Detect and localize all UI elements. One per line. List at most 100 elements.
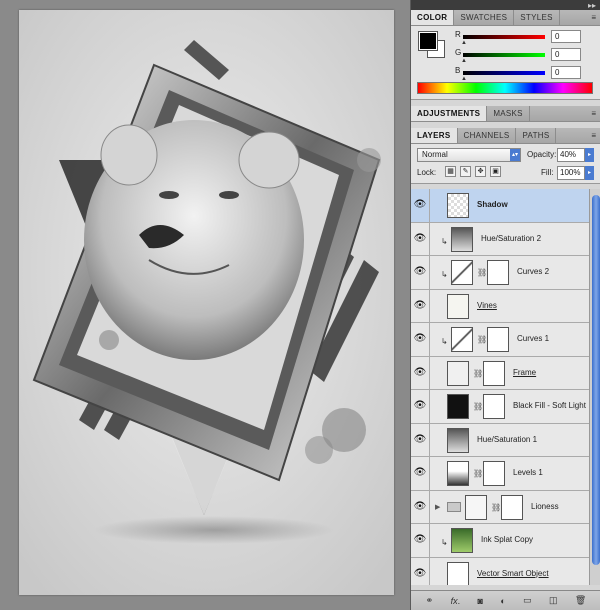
lock-position-icon[interactable]: ✥: [475, 166, 486, 177]
green-value-input[interactable]: 0: [551, 48, 581, 61]
layer-name[interactable]: Curves 2: [517, 267, 549, 276]
layer-row[interactable]: 👁 ⛓ Frame: [411, 356, 589, 390]
fill-dropdown-icon[interactable]: ▸: [585, 166, 594, 180]
layer-mask-thumbnail[interactable]: [501, 494, 523, 520]
layer-thumbnail[interactable]: [447, 293, 469, 319]
mask-link-icon[interactable]: ⛓: [473, 369, 483, 378]
layer-thumbnail[interactable]: [451, 226, 473, 252]
visibility-eye-icon[interactable]: 👁: [413, 434, 427, 446]
fx-icon[interactable]: fx.: [451, 596, 461, 606]
layer-row[interactable]: 👁 Vines: [411, 289, 589, 323]
layer-row[interactable]: 👁 Shadow: [411, 189, 589, 223]
lock-transparency-icon[interactable]: ▦: [445, 166, 456, 177]
layer-thumbnail[interactable]: [447, 193, 469, 218]
dock-collapse-strip[interactable]: ▸▸: [411, 0, 600, 10]
layer-row[interactable]: 👁 ↳ Hue/Saturation 2: [411, 222, 589, 256]
visibility-eye-icon[interactable]: 👁: [413, 400, 427, 412]
layer-name[interactable]: Hue/Saturation 2: [481, 234, 541, 243]
tab-styles[interactable]: STYLES: [514, 10, 560, 25]
layer-thumbnail[interactable]: [447, 461, 469, 486]
delete-layer-icon[interactable]: 🗑: [575, 595, 586, 606]
visibility-eye-icon[interactable]: 👁: [413, 367, 427, 379]
add-mask-icon[interactable]: ◙: [477, 596, 482, 606]
layer-name[interactable]: Curves 1: [517, 334, 549, 343]
layer-row[interactable]: 👁 ⛓ Levels 1: [411, 457, 589, 491]
tab-swatches[interactable]: SWATCHES: [454, 10, 515, 25]
visibility-eye-icon[interactable]: 👁: [413, 199, 427, 211]
layer-name[interactable]: Shadow: [477, 200, 508, 209]
tab-paths[interactable]: PATHS: [516, 128, 557, 143]
layer-name[interactable]: Hue/Saturation 1: [477, 435, 537, 444]
visibility-eye-icon[interactable]: 👁: [413, 568, 427, 580]
mask-link-icon[interactable]: ⛓: [473, 402, 483, 411]
layer-thumbnail[interactable]: [447, 360, 469, 386]
layer-row[interactable]: 👁 ⛓ Black Fill - Soft Light: [411, 390, 589, 424]
layer-thumbnail[interactable]: [447, 394, 469, 419]
layer-row[interactable]: 👁 ↳ Ink Splat Copy: [411, 524, 589, 558]
visibility-eye-icon[interactable]: 👁: [413, 233, 427, 245]
red-slider[interactable]: [463, 35, 545, 39]
layer-thumbnail[interactable]: [447, 561, 469, 585]
layer-thumbnail[interactable]: [451, 327, 473, 352]
red-value-input[interactable]: 0: [551, 30, 581, 43]
mask-link-icon[interactable]: ⛓: [491, 503, 501, 512]
green-slider-thumb[interactable]: ▲: [461, 58, 467, 64]
adjustments-menu-icon[interactable]: ≡: [591, 109, 596, 118]
layer-thumbnail[interactable]: [451, 260, 473, 285]
color-spectrum-ramp[interactable]: [417, 82, 593, 94]
blue-value-input[interactable]: 0: [551, 66, 581, 79]
blue-slider[interactable]: [463, 71, 545, 75]
visibility-eye-icon[interactable]: 👁: [413, 266, 427, 278]
layer-name[interactable]: Black Fill - Soft Light: [513, 401, 586, 410]
layer-row[interactable]: 👁 ↳ ⛓ Curves 2: [411, 256, 589, 290]
link-layers-icon[interactable]: ⚭: [426, 595, 434, 606]
layer-row[interactable]: 👁 ▶ ⛓ Lioness: [411, 490, 589, 524]
mask-link-icon[interactable]: ⛓: [477, 335, 487, 344]
layer-mask-thumbnail[interactable]: [487, 260, 509, 285]
opacity-input[interactable]: 40%: [557, 148, 585, 162]
new-group-icon[interactable]: ▭: [523, 595, 532, 606]
tab-masks[interactable]: MASKS: [487, 106, 530, 121]
layer-name[interactable]: Lioness: [531, 502, 559, 511]
layer-name[interactable]: Frame: [513, 368, 536, 377]
layer-mask-thumbnail[interactable]: [483, 360, 505, 386]
tab-layers[interactable]: LAYERS: [411, 128, 458, 143]
layer-name[interactable]: Vector Smart Object: [477, 569, 549, 578]
layer-row[interactable]: 👁 Hue/Saturation 1: [411, 423, 589, 457]
canvas-area[interactable]: [0, 0, 410, 610]
visibility-eye-icon[interactable]: 👁: [413, 333, 427, 345]
layer-thumbnail[interactable]: [447, 427, 469, 453]
mask-link-icon[interactable]: ⛓: [473, 469, 483, 478]
visibility-eye-icon[interactable]: 👁: [413, 300, 427, 312]
layer-name[interactable]: Vines: [477, 301, 497, 310]
foreground-color-swatch[interactable]: [418, 31, 438, 51]
layer-thumbnail[interactable]: [465, 494, 487, 520]
blend-mode-arrows-icon[interactable]: ▴▾: [510, 149, 520, 161]
layer-mask-thumbnail[interactable]: [483, 461, 505, 486]
layer-name[interactable]: Ink Splat Copy: [481, 535, 533, 544]
blend-mode-select[interactable]: Normal ▴▾: [417, 148, 521, 162]
layers-scrollbar-thumb[interactable]: [592, 195, 600, 565]
group-expand-icon[interactable]: ▶: [435, 503, 440, 511]
visibility-eye-icon[interactable]: 👁: [413, 534, 427, 546]
layers-menu-icon[interactable]: ≡: [591, 131, 596, 140]
lock-all-icon[interactable]: ▣: [490, 166, 501, 177]
lock-pixels-icon[interactable]: ✎: [460, 166, 471, 177]
mask-link-icon[interactable]: ⛓: [477, 268, 487, 277]
visibility-eye-icon[interactable]: 👁: [413, 467, 427, 479]
new-layer-icon[interactable]: ◫: [549, 595, 558, 606]
tab-color[interactable]: COLOR: [411, 10, 455, 25]
tab-channels[interactable]: CHANNELS: [458, 128, 517, 143]
layers-scrollbar[interactable]: [589, 189, 600, 585]
layer-mask-thumbnail[interactable]: [483, 394, 505, 419]
tab-adjustments[interactable]: ADJUSTMENTS: [411, 106, 488, 121]
adjustment-layer-icon[interactable]: ◐: [500, 596, 505, 606]
layer-row[interactable]: 👁 Vector Smart Object: [411, 557, 589, 585]
fill-input[interactable]: 100%: [557, 166, 585, 180]
red-slider-thumb[interactable]: ▲: [461, 40, 467, 46]
layer-mask-thumbnail[interactable]: [487, 327, 509, 352]
visibility-eye-icon[interactable]: 👁: [413, 501, 427, 513]
layer-row[interactable]: 👁 ↳ ⛓ Curves 1: [411, 323, 589, 357]
layer-thumbnail[interactable]: [451, 528, 473, 553]
layer-name[interactable]: Levels 1: [513, 468, 543, 477]
